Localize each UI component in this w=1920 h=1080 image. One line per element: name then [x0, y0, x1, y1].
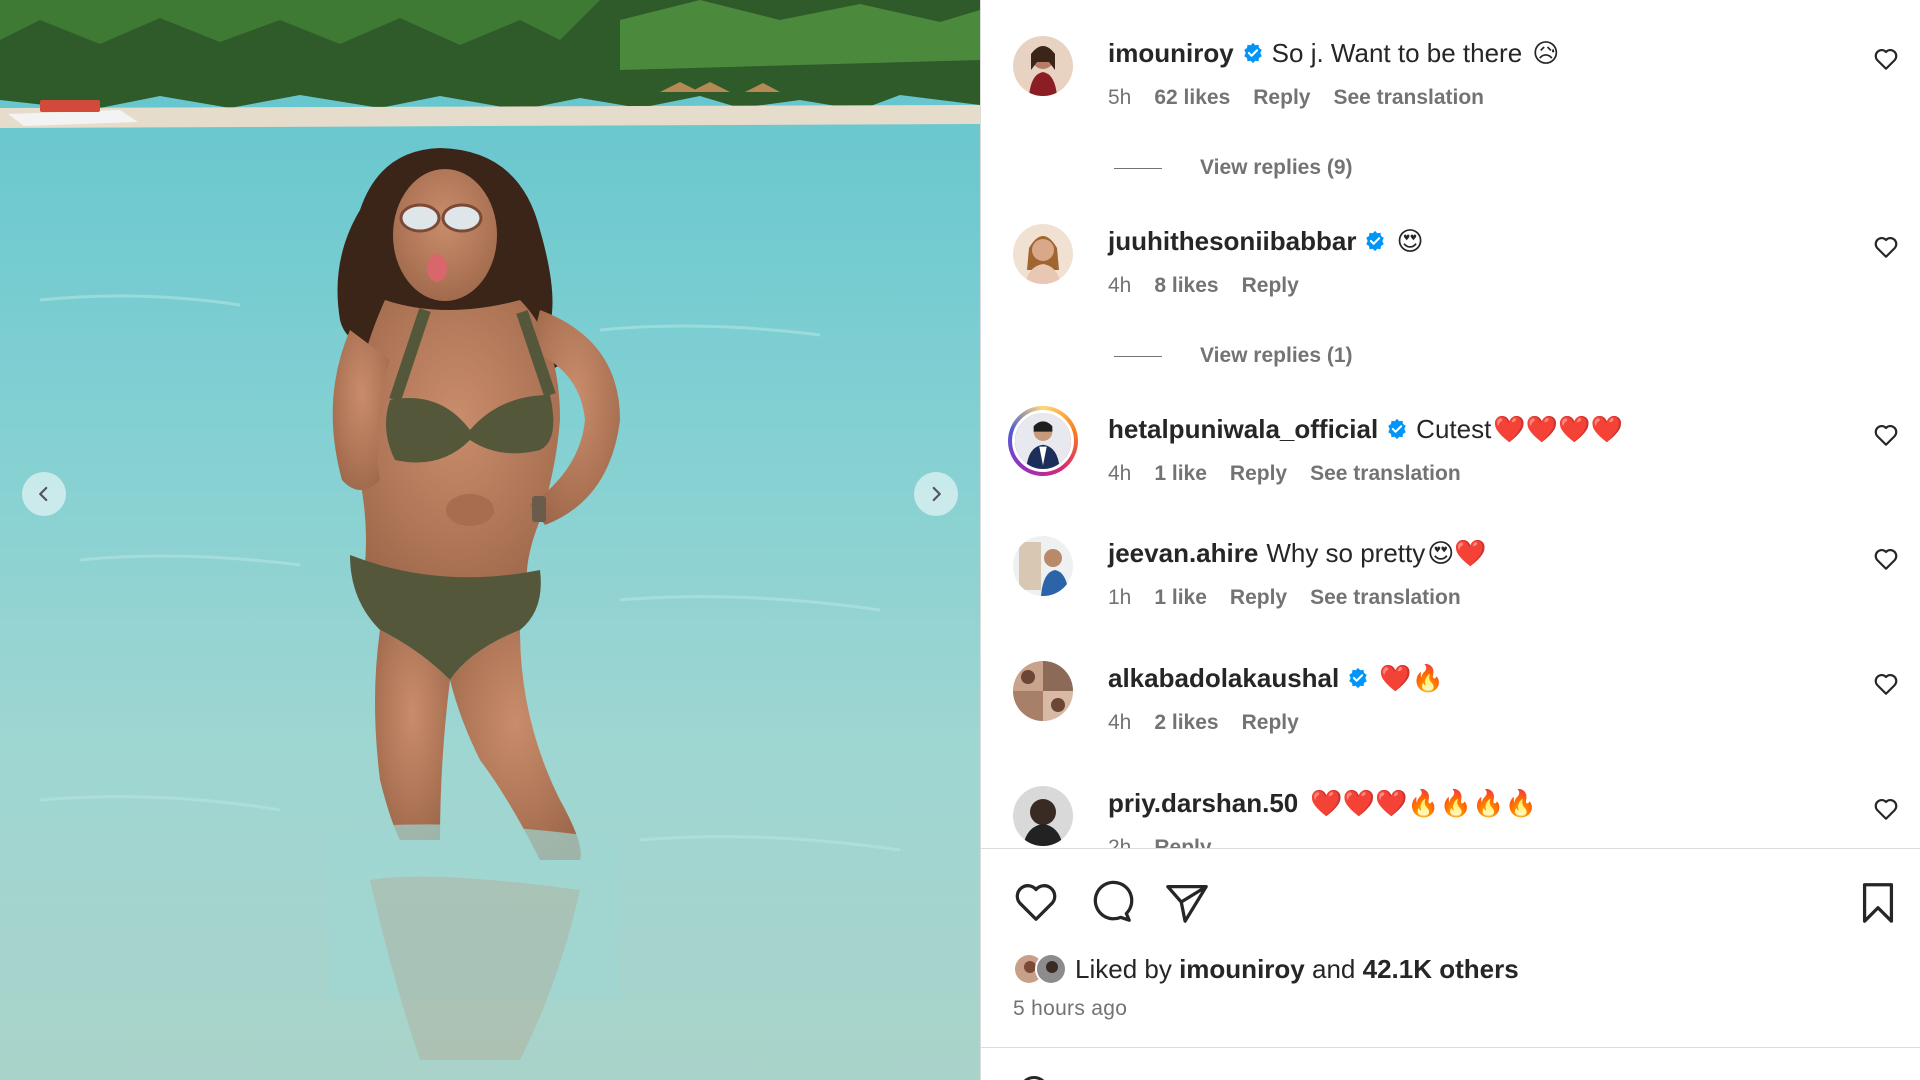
verified-badge-icon — [1366, 230, 1385, 252]
verified-badge-icon — [1243, 42, 1262, 64]
see-translation-button[interactable]: See translation — [1310, 462, 1461, 486]
chevron-left-icon — [39, 486, 48, 502]
view-replies-label: View replies (9) — [1200, 156, 1353, 179]
comment-time[interactable]: 2h — [1108, 836, 1131, 848]
comment-likes[interactable]: 1 like — [1154, 462, 1207, 486]
comment-time[interactable]: 1h — [1108, 586, 1131, 610]
comment-emoji: ❤️🔥 — [1379, 663, 1444, 693]
emoji-picker-icon[interactable] — [1019, 1076, 1049, 1080]
comment-text: So j. Want to be there — [1271, 38, 1523, 68]
view-replies-button[interactable]: View replies (9) — [1114, 156, 1353, 180]
liker-avatar — [1035, 953, 1067, 985]
heart-icon[interactable] — [1873, 234, 1899, 260]
comments-list[interactable]: imouniroy So j. Want to be there 😥 5h 62… — [981, 0, 1920, 848]
comment-text: Cutest — [1416, 414, 1492, 444]
comment-time[interactable]: 5h — [1108, 86, 1131, 110]
reply-button[interactable]: Reply — [1242, 274, 1299, 298]
reply-button[interactable]: Reply — [1242, 711, 1299, 735]
post-actions: Liked by imouniroy and 42.1K others 5 ho… — [981, 848, 1920, 1080]
verified-badge-icon — [1388, 418, 1406, 440]
reply-button[interactable]: Reply — [1154, 836, 1211, 848]
reply-button[interactable]: Reply — [1230, 586, 1287, 610]
comment-username[interactable]: priy.darshan.50 — [1108, 786, 1298, 820]
see-translation-button[interactable]: See translation — [1310, 586, 1461, 610]
liked-by-joiner: and — [1311, 953, 1356, 984]
comment-bubble-icon[interactable] — [1088, 879, 1134, 925]
avatar[interactable] — [1013, 536, 1073, 596]
replies-divider — [1114, 355, 1162, 357]
liked-by-user[interactable]: imouniroy — [1179, 954, 1305, 984]
avatar[interactable] — [1013, 224, 1073, 284]
post-timestamp[interactable]: 5 hours ago — [1013, 997, 1127, 1021]
comment-likes[interactable]: 62 likes — [1154, 86, 1230, 110]
liked-by-row[interactable]: Liked by imouniroy and 42.1K others — [1013, 953, 1519, 985]
comment-emoji: ❤️❤️❤️❤️ — [1493, 414, 1623, 444]
heart-icon[interactable] — [1013, 879, 1059, 925]
comment-likes[interactable]: 8 likes — [1154, 274, 1218, 298]
comment-time[interactable]: 4h — [1108, 711, 1131, 735]
post-photo — [0, 0, 980, 1080]
comment-username[interactable]: juuhithesoniibabbar — [1108, 224, 1356, 258]
avatar-story-ring[interactable] — [1008, 406, 1078, 476]
previous-photo-button[interactable] — [22, 472, 66, 516]
see-translation-button[interactable]: See translation — [1333, 86, 1484, 110]
comment-username[interactable]: alkabadolakaushal — [1108, 661, 1339, 695]
comment-emoji: ❤️❤️❤️🔥🔥🔥🔥 — [1310, 788, 1537, 818]
comment-likes[interactable]: 2 likes — [1154, 711, 1218, 735]
comment-username[interactable]: hetalpuniwala_official — [1108, 412, 1378, 446]
heart-icon[interactable] — [1873, 46, 1899, 72]
heart-icon[interactable] — [1873, 546, 1899, 572]
comment-time[interactable]: 4h — [1108, 274, 1131, 298]
avatar[interactable] — [1013, 36, 1073, 96]
view-replies-label: View replies (1) — [1200, 344, 1353, 367]
heart-icon[interactable] — [1873, 422, 1899, 448]
likes-count[interactable]: 42.1K others — [1363, 954, 1519, 984]
comment-likes[interactable]: 1 like — [1154, 586, 1207, 610]
comment-username[interactable]: imouniroy — [1108, 36, 1234, 70]
avatar[interactable] — [1013, 661, 1073, 721]
heart-icon[interactable] — [1873, 671, 1899, 697]
comment-text: Why so pretty — [1266, 538, 1426, 568]
comments-panel: imouniroy So j. Want to be there 😥 5h 62… — [980, 0, 1920, 1080]
bookmark-icon[interactable] — [1855, 879, 1901, 925]
reply-button[interactable]: Reply — [1253, 86, 1310, 110]
avatar[interactable] — [1013, 786, 1073, 846]
comment-emoji: 😍 — [1396, 226, 1424, 256]
add-comment-bar — [981, 1047, 1920, 1080]
paper-plane-icon[interactable] — [1164, 879, 1210, 925]
heart-icon[interactable] — [1873, 796, 1899, 822]
verified-badge-icon — [1349, 667, 1367, 689]
next-photo-button[interactable] — [914, 472, 958, 516]
comment-username[interactable]: jeevan.ahire — [1108, 536, 1258, 570]
comment-time[interactable]: 4h — [1108, 462, 1131, 486]
post-media[interactable] — [0, 0, 980, 1080]
view-replies-button[interactable]: View replies (1) — [1114, 344, 1353, 368]
chevron-right-icon — [932, 486, 941, 502]
replies-divider — [1114, 167, 1162, 169]
comment-emoji: 😥 — [1532, 38, 1560, 68]
reply-button[interactable]: Reply — [1230, 462, 1287, 486]
liked-by-prefix: Liked by — [1075, 953, 1172, 984]
comment-emoji: 😍❤️ — [1427, 538, 1487, 568]
